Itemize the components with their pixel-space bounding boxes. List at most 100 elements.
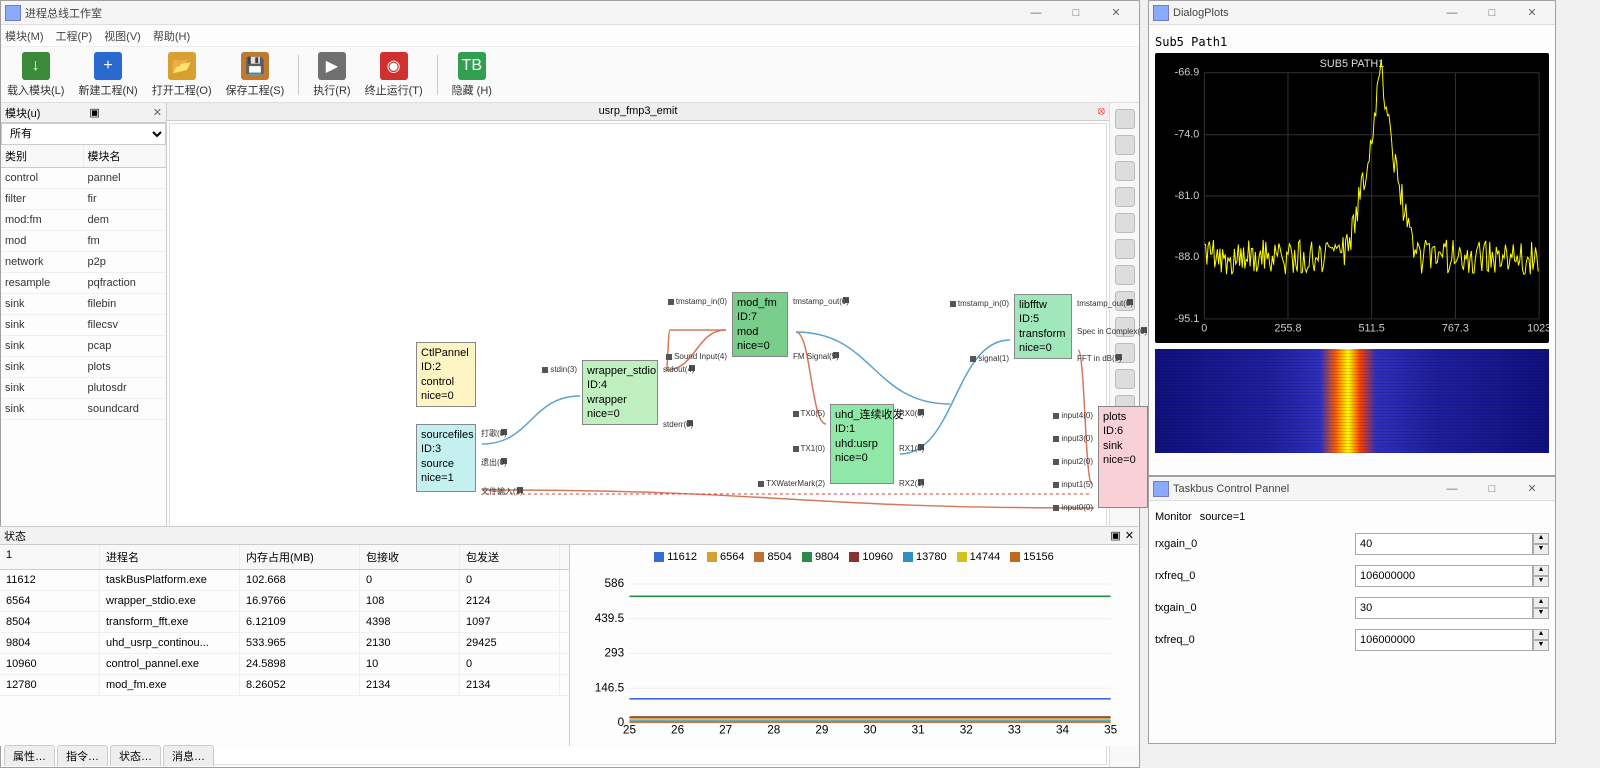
process-row[interactable]: 12780mod_fm.exe8.2605221342134 <box>0 675 569 696</box>
block-port[interactable]: stdin(3) <box>542 365 577 375</box>
block-port[interactable]: TX1(0) <box>793 444 825 454</box>
refresh-icon[interactable] <box>1115 187 1135 207</box>
waterfall-plot[interactable] <box>1155 349 1549 453</box>
param-input-rxfreq_0[interactable] <box>1355 565 1533 587</box>
param-input-txfreq_0[interactable] <box>1355 629 1533 651</box>
block-port[interactable]: tmstamp_in(0) <box>950 299 1009 309</box>
block-port[interactable]: Sound Input(4) <box>666 352 727 362</box>
block-port[interactable]: input0(0) <box>1053 503 1093 513</box>
ctl-minimize-button[interactable]: — <box>1433 479 1471 499</box>
spin-down-icon[interactable]: ▼ <box>1533 608 1549 619</box>
process-table[interactable]: 1进程名内存占用(MB)包接收包发送 11612taskBusPlatform.… <box>0 545 570 746</box>
module-row[interactable]: sinkfilebin <box>1 294 166 315</box>
module-row[interactable]: controlpannel <box>1 168 166 189</box>
param-input-rxgain_0[interactable] <box>1355 533 1533 555</box>
block-sourcefiles[interactable]: sourcefilesID:3sourcenice=1打歌(0)遗出(0)文件输… <box>416 424 476 492</box>
block-port[interactable]: tmstamp_out(0) <box>793 297 849 307</box>
toolbar-button[interactable]: ◉终止运行(T) <box>365 52 423 98</box>
close-button[interactable]: ✕ <box>1097 3 1135 23</box>
document-tab[interactable]: usrp_fmp3_emit ⦻ <box>167 103 1109 121</box>
bottom-tab[interactable]: 状态… <box>110 745 161 766</box>
spin-down-icon[interactable]: ▼ <box>1533 576 1549 587</box>
block-port[interactable]: signal(1) <box>970 354 1009 364</box>
block-port[interactable]: RX2(1) <box>899 479 924 489</box>
block-port[interactable]: input3(0) <box>1053 434 1093 444</box>
block-ctlpannel[interactable]: CtlPannelID:2controlnice=0 <box>416 342 476 407</box>
bottom-tab[interactable]: 属性… <box>4 745 55 766</box>
side-close-icon[interactable]: ✕ <box>153 106 162 119</box>
status-undock-icon[interactable]: ▣ <box>1110 529 1120 542</box>
module-filter-select[interactable]: 所有 <box>1 123 166 145</box>
zoom-out-icon[interactable] <box>1115 135 1135 155</box>
block-port[interactable]: FM Signal(5) <box>793 352 839 362</box>
block-wrapper[interactable]: wrapper_stdioID:4wrappernice=0stdin(3)st… <box>582 360 658 425</box>
toolbar-button[interactable]: 💾保存工程(S) <box>226 52 285 98</box>
ctl-maximize-button[interactable]: □ <box>1473 479 1511 499</box>
toolbar-button[interactable]: 📂打开工程(O) <box>152 52 212 98</box>
minimize-button[interactable]: — <box>1017 3 1055 23</box>
menu-item[interactable]: 工程(P) <box>56 28 93 44</box>
spin-up-icon[interactable]: ▲ <box>1533 629 1549 640</box>
block-port[interactable]: Spec in Complex(0) <box>1077 327 1147 337</box>
status-close-icon[interactable]: ✕ <box>1125 529 1134 542</box>
module-row[interactable]: resamplepqfraction <box>1 273 166 294</box>
block-port[interactable]: 打歌(0) <box>481 429 507 439</box>
spectrum-plot[interactable]: -95.1-88.0-81.0-74.0-66.90255.8511.5767.… <box>1155 53 1549 343</box>
block-port[interactable]: tmstamp_out(0) <box>1077 299 1133 309</box>
spin-up-icon[interactable]: ▲ <box>1533 597 1549 608</box>
block-port[interactable]: 文件输入(1) <box>481 487 523 497</box>
block-port[interactable]: RX1(0) <box>899 444 924 454</box>
zoom-in-icon[interactable] <box>1115 109 1135 129</box>
menu-item[interactable]: 模块(M) <box>5 28 44 44</box>
block-port[interactable]: tmstamp_in(0) <box>668 297 727 307</box>
block-port[interactable]: input2(0) <box>1053 457 1093 467</box>
process-row[interactable]: 8504transform_fft.exe6.1210943981097 <box>0 612 569 633</box>
block-usrp[interactable]: uhd_连续收发ID:1uhd:usrpnice=0TX0(5)TX1(0)TX… <box>830 404 894 484</box>
block-mod[interactable]: mod_fmID:7modnice=0tmstamp_in(0)Sound In… <box>732 292 788 357</box>
spin-up-icon[interactable]: ▲ <box>1533 565 1549 576</box>
block-port[interactable]: stdout(4) <box>663 365 695 375</box>
copy-icon[interactable] <box>1115 213 1135 233</box>
block-port[interactable]: 遗出(0) <box>481 458 507 468</box>
module-row[interactable]: sinksoundcard <box>1 399 166 420</box>
menu-item[interactable]: 帮助(H) <box>153 28 190 44</box>
process-row[interactable]: 10960control_pannel.exe24.5898100 <box>0 654 569 675</box>
spin-down-icon[interactable]: ▼ <box>1533 544 1549 555</box>
bottom-tab[interactable]: 消息… <box>163 745 214 766</box>
module-row[interactable]: sinkplutosdr <box>1 378 166 399</box>
block-port[interactable]: FFT in dB(5) <box>1077 354 1122 364</box>
toolbar-button[interactable]: ▶执行(R) <box>313 52 350 98</box>
select-icon[interactable] <box>1115 369 1135 389</box>
bottom-tab[interactable]: 指令… <box>57 745 108 766</box>
toolbar-button[interactable]: TB隐藏 (H) <box>452 52 492 98</box>
block-port[interactable]: stderr(0) <box>663 420 693 430</box>
menu-item[interactable]: 视图(V) <box>104 28 141 44</box>
module-row[interactable]: sinkfilecsv <box>1 315 166 336</box>
toolbar-button[interactable]: +新建工程(N) <box>78 52 137 98</box>
block-port[interactable]: input1(5) <box>1053 480 1093 490</box>
module-row[interactable]: sinkpcap <box>1 336 166 357</box>
module-row[interactable]: modfm <box>1 231 166 252</box>
block-port[interactable]: TX0(5) <box>793 409 825 419</box>
dlg-close-button[interactable]: ✕ <box>1513 3 1551 23</box>
side-undock-icon[interactable]: ▣ <box>89 106 99 119</box>
fit-icon[interactable] <box>1115 161 1135 181</box>
module-row[interactable]: networkp2p <box>1 252 166 273</box>
process-row[interactable]: 6564wrapper_stdio.exe16.97661082124 <box>0 591 569 612</box>
block-port[interactable]: RX0(0) <box>899 409 924 419</box>
block-fft[interactable]: libfftwID:5transformnice=0tmstamp_in(0)s… <box>1014 294 1072 359</box>
paste-icon[interactable] <box>1115 239 1135 259</box>
module-row[interactable]: filterfir <box>1 189 166 210</box>
doc-close-icon[interactable]: ⦻ <box>1098 105 1105 118</box>
module-row[interactable]: sinkplots <box>1 357 166 378</box>
param-input-txgain_0[interactable] <box>1355 597 1533 619</box>
spin-down-icon[interactable]: ▼ <box>1533 640 1549 651</box>
spin-up-icon[interactable]: ▲ <box>1533 533 1549 544</box>
dlg-minimize-button[interactable]: — <box>1433 3 1471 23</box>
block-port[interactable]: TXWaterMark(2) <box>758 479 825 489</box>
ctl-close-button[interactable]: ✕ <box>1513 479 1551 499</box>
toolbar-button[interactable]: ↓载入模块(L) <box>7 52 64 98</box>
module-row[interactable]: mod:fmdem <box>1 210 166 231</box>
maximize-button[interactable]: □ <box>1057 3 1095 23</box>
dlg-maximize-button[interactable]: □ <box>1473 3 1511 23</box>
